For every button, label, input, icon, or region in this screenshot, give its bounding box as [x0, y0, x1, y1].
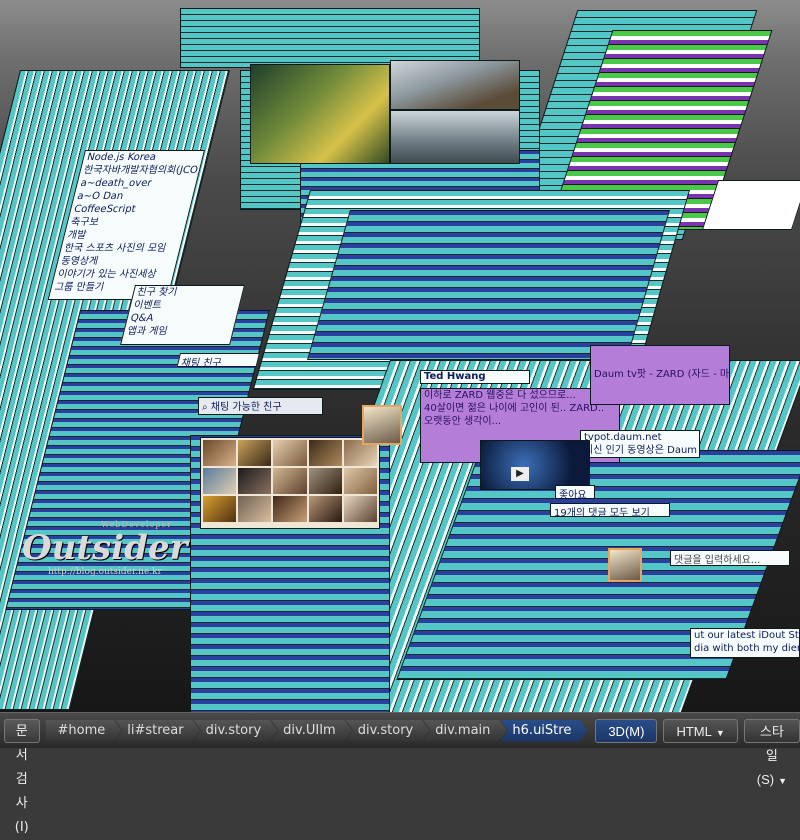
- feed-link-card[interactable]: Daum tv팟 - ZARD (자드 - 마..: [590, 345, 730, 405]
- chat-search-input[interactable]: ⌕ 채팅 가능한 친구: [198, 397, 323, 415]
- breadcrumb-item-active[interactable]: h6.uiStre: [500, 720, 587, 742]
- chat-search-placeholder: 채팅 가능한 친구: [210, 402, 282, 413]
- stack-layer: [180, 8, 480, 68]
- sidebar-item[interactable]: CoffeeScript: [70, 203, 191, 216]
- feed-post-line: dia with both my dien: [694, 643, 800, 654]
- chat-friends-header[interactable]: 채팅 친구: [176, 353, 260, 367]
- commenter-avatar[interactable]: [608, 548, 642, 582]
- mode-3d-button[interactable]: 3D(M): [595, 718, 658, 743]
- breadcrumb-item[interactable]: div.story: [194, 720, 278, 742]
- sidebar-item[interactable]: 축구보: [66, 216, 187, 229]
- friend-photo[interactable]: [308, 468, 342, 494]
- album-photo[interactable]: [390, 60, 520, 110]
- friend-photo[interactable]: [203, 440, 237, 466]
- album-photo[interactable]: [250, 64, 390, 164]
- feed-post-line: 오랫동안 생각이...: [424, 416, 502, 427]
- sidebar-item[interactable]: 개발: [63, 229, 184, 242]
- chat-friends-label: 채팅 친구: [180, 358, 223, 367]
- play-icon[interactable]: ▶: [511, 467, 529, 481]
- friend-photo[interactable]: [238, 440, 272, 466]
- breadcrumb-item[interactable]: div.main: [423, 720, 506, 742]
- watermark-logo: Outsider: [22, 528, 188, 568]
- breadcrumb-item[interactable]: div.story: [346, 720, 430, 742]
- stack-layer: [306, 210, 670, 360]
- sidebar-item[interactable]: 한국 스포츠 사진의 모임: [60, 242, 181, 255]
- sidebar-item[interactable]: 앱과 게임: [123, 325, 234, 338]
- feed-author-name: Ted Hwang: [424, 371, 486, 382]
- friend-photo[interactable]: [203, 496, 237, 522]
- feed-post-line: ut our latest iDout Star Christine K: [694, 630, 799, 641]
- breadcrumb: #home li#strear div.story div.UIIm div.s…: [46, 718, 582, 744]
- sidebar-item[interactable]: a~death_over: [76, 177, 197, 190]
- album-photo[interactable]: [390, 110, 520, 164]
- chevron-down-icon: ▼: [778, 775, 788, 786]
- friend-photo[interactable]: [203, 468, 237, 494]
- video-thumbnail[interactable]: ▶: [480, 440, 590, 490]
- breadcrumb-item[interactable]: div.UIIm: [271, 720, 352, 742]
- sidebar-item[interactable]: 이벤트: [129, 299, 240, 312]
- like-button[interactable]: 좋아요: [555, 485, 595, 499]
- friend-avatar[interactable]: [362, 405, 402, 445]
- comment-input[interactable]: 댓글을 입력하세요...: [670, 550, 790, 566]
- link-meta: tvpot.daum.net 최신 인기 동영상은 Daum tv팟에서!: [580, 430, 700, 458]
- search-icon: ⌕: [202, 402, 208, 413]
- breadcrumb-item[interactable]: #home: [46, 720, 122, 742]
- comments-label: 19개의 댓글 모두 보기: [554, 508, 650, 517]
- sidebar-item[interactable]: 이야기가 있는 사진세상: [53, 268, 174, 281]
- link-desc: 최신 인기 동영상은 Daum tv팟에서!: [584, 445, 699, 456]
- right-widget-card[interactable]: [701, 180, 800, 230]
- mode-html-label: HTML: [676, 723, 712, 739]
- friend-photo[interactable]: [238, 468, 272, 494]
- sidebar-item[interactable]: 한국자바개발자협의회(JCO): [79, 164, 203, 177]
- friend-photo[interactable]: [238, 496, 272, 522]
- mode-html-button[interactable]: HTML ▼: [663, 718, 738, 743]
- view-comments-link[interactable]: 19개의 댓글 모두 보기: [550, 503, 670, 517]
- friend-photo[interactable]: [308, 496, 342, 522]
- chevron-down-icon: ▼: [715, 727, 725, 738]
- friend-photo[interactable]: [343, 468, 377, 494]
- sidebar-item[interactable]: Q&A: [126, 312, 237, 325]
- watermark-url: http://blog.outsider.ne.kr: [48, 567, 162, 577]
- sidebar-item[interactable]: a~O Dan: [73, 190, 194, 203]
- friend-photo[interactable]: [343, 496, 377, 522]
- link-domain: tvpot.daum.net: [584, 432, 662, 443]
- sidebar-lower-list: 친구 찾기 이벤트 Q&A 앱과 게임: [120, 285, 245, 345]
- link-title[interactable]: Daum tv팟 - ZARD (자드 - 마..: [591, 368, 729, 381]
- feed-author-header[interactable]: Ted Hwang: [420, 370, 530, 384]
- inspect-button[interactable]: 문서 검사(I): [4, 718, 40, 835]
- friend-photo[interactable]: [273, 496, 307, 522]
- sidebar-item[interactable]: 친구 찾기: [133, 286, 244, 299]
- friend-photo[interactable]: [308, 440, 342, 466]
- comment-placeholder: 댓글을 입력하세요...: [674, 555, 761, 566]
- friend-photo[interactable]: [273, 440, 307, 466]
- friend-photo[interactable]: [273, 468, 307, 494]
- like-label: 좋아요: [559, 490, 587, 499]
- sidebar-item[interactable]: Node.js Korea: [83, 151, 204, 164]
- mode-style-button[interactable]: 스타일(S) ▼: [743, 718, 800, 787]
- sidebar-item[interactable]: 동영상게: [57, 255, 178, 268]
- devtools-toolbar: 문서 검사(I) #home li#strear div.story div.U…: [0, 712, 800, 835]
- outsider-watermark: WebDeveloper Outsider http://blog.outsid…: [22, 520, 188, 577]
- 3d-view-canvas[interactable]: Node.js Korea 한국자바개발자협의회(JCO) a~death_ov…: [0, 0, 800, 712]
- friend-photo-grid: [200, 437, 380, 529]
- feed-english-post: ut our latest iDout Star Christine K dia…: [690, 628, 800, 658]
- breadcrumb-item[interactable]: li#strear: [115, 720, 199, 742]
